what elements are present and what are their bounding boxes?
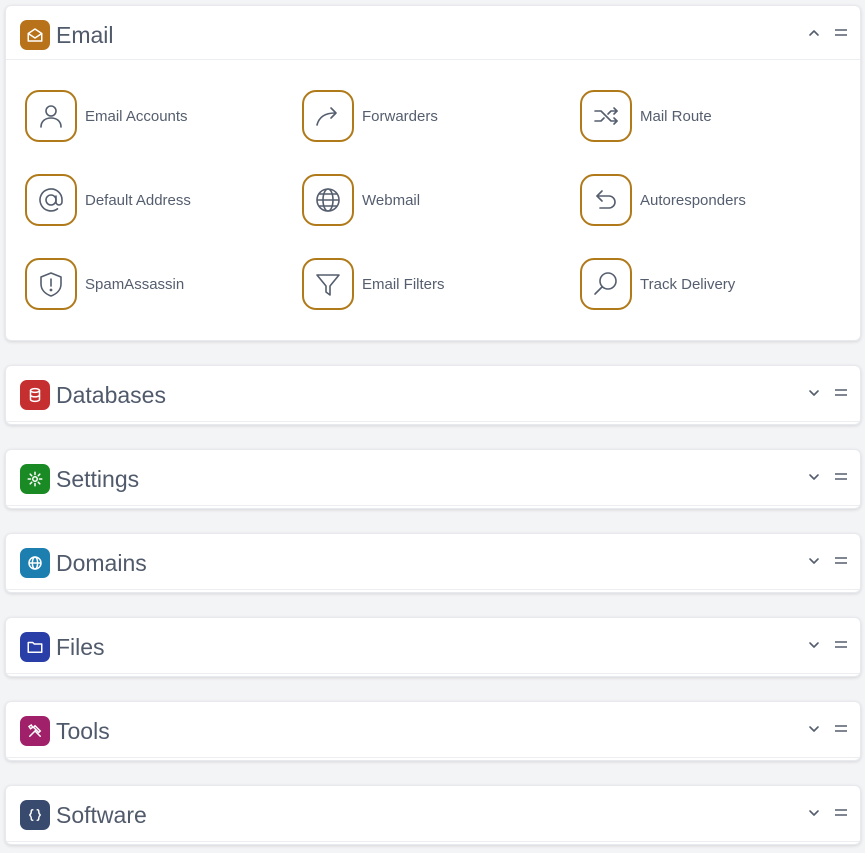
item-label: Webmail xyxy=(362,191,421,209)
tools-panel-header[interactable]: Tools xyxy=(6,702,860,758)
databases-panel-header[interactable]: Databases xyxy=(6,366,860,422)
section-title: Databases xyxy=(56,382,166,408)
folder-icon xyxy=(20,632,50,662)
autoresponders-item[interactable]: Autoresponders xyxy=(580,174,746,226)
settings-panel-header[interactable]: Settings xyxy=(6,450,860,506)
envelope-open-icon xyxy=(20,20,50,50)
default-address-item[interactable]: Default Address xyxy=(25,174,191,226)
forwarders-item[interactable]: Forwarders xyxy=(302,90,438,142)
chevron-down-icon[interactable] xyxy=(806,469,822,485)
files-panel-header[interactable]: Files xyxy=(6,618,860,674)
email-panel: Email Email Accounts Forwarders Mail Rou… xyxy=(5,5,861,341)
email-filters-item[interactable]: Email Filters xyxy=(302,258,445,310)
item-label: Mail Route xyxy=(640,107,712,125)
email-panel-header[interactable]: Email xyxy=(6,6,860,60)
chevron-up-icon[interactable] xyxy=(806,25,822,41)
at-sign-icon xyxy=(25,174,77,226)
section-title: Tools xyxy=(56,718,110,744)
item-label: Track Delivery xyxy=(640,275,736,293)
section-title: Settings xyxy=(56,466,140,492)
return-arrow-icon xyxy=(580,174,632,226)
chevron-down-icon[interactable] xyxy=(806,385,822,401)
drag-handle-icon[interactable] xyxy=(834,555,848,567)
section-title: Email xyxy=(56,22,114,48)
drag-handle-icon[interactable] xyxy=(834,27,848,39)
domains-panel-header[interactable]: Domains xyxy=(6,534,860,590)
chevron-down-icon[interactable] xyxy=(806,553,822,569)
shuffle-arrows-icon xyxy=(580,90,632,142)
forward-arrow-icon xyxy=(302,90,354,142)
files-panel: Files xyxy=(5,617,861,677)
globe-icon xyxy=(302,174,354,226)
tools-panel: Tools xyxy=(5,701,861,761)
drag-handle-icon[interactable] xyxy=(834,723,848,735)
item-label: Default Address xyxy=(85,191,191,209)
drag-handle-icon[interactable] xyxy=(834,471,848,483)
spamassassin-item[interactable]: SpamAssassin xyxy=(25,258,184,310)
item-label: Autoresponders xyxy=(640,191,746,209)
drag-handle-icon[interactable] xyxy=(834,387,848,399)
mail-route-item[interactable]: Mail Route xyxy=(580,90,712,142)
drag-handle-icon[interactable] xyxy=(834,807,848,819)
tools-icon xyxy=(20,716,50,746)
webmail-item[interactable]: Webmail xyxy=(302,174,420,226)
user-icon xyxy=(25,90,77,142)
item-label: Email Accounts xyxy=(85,107,188,125)
email-tools-grid: Email Accounts Forwarders Mail Route Def… xyxy=(6,60,860,342)
databases-panel: Databases xyxy=(5,365,861,425)
chevron-down-icon[interactable] xyxy=(806,721,822,737)
email-accounts-item[interactable]: Email Accounts xyxy=(25,90,188,142)
database-icon xyxy=(20,380,50,410)
item-label: Forwarders xyxy=(362,107,438,125)
software-panel-header[interactable]: Software xyxy=(6,786,860,842)
section-title: Software xyxy=(56,802,147,828)
search-icon xyxy=(580,258,632,310)
filter-icon xyxy=(302,258,354,310)
section-title: Domains xyxy=(56,550,147,576)
code-braces-icon xyxy=(20,800,50,830)
settings-panel: Settings xyxy=(5,449,861,509)
chevron-down-icon[interactable] xyxy=(806,805,822,821)
item-label: SpamAssassin xyxy=(85,275,185,293)
track-delivery-item[interactable]: Track Delivery xyxy=(580,258,735,310)
shield-alert-icon xyxy=(25,258,77,310)
globe-icon xyxy=(20,548,50,578)
section-title: Files xyxy=(56,634,105,660)
item-label: Email Filters xyxy=(362,275,445,293)
domains-panel: Domains xyxy=(5,533,861,593)
software-panel: Software xyxy=(5,785,861,845)
gear-icon xyxy=(20,464,50,494)
chevron-down-icon[interactable] xyxy=(806,637,822,653)
drag-handle-icon[interactable] xyxy=(834,639,848,651)
